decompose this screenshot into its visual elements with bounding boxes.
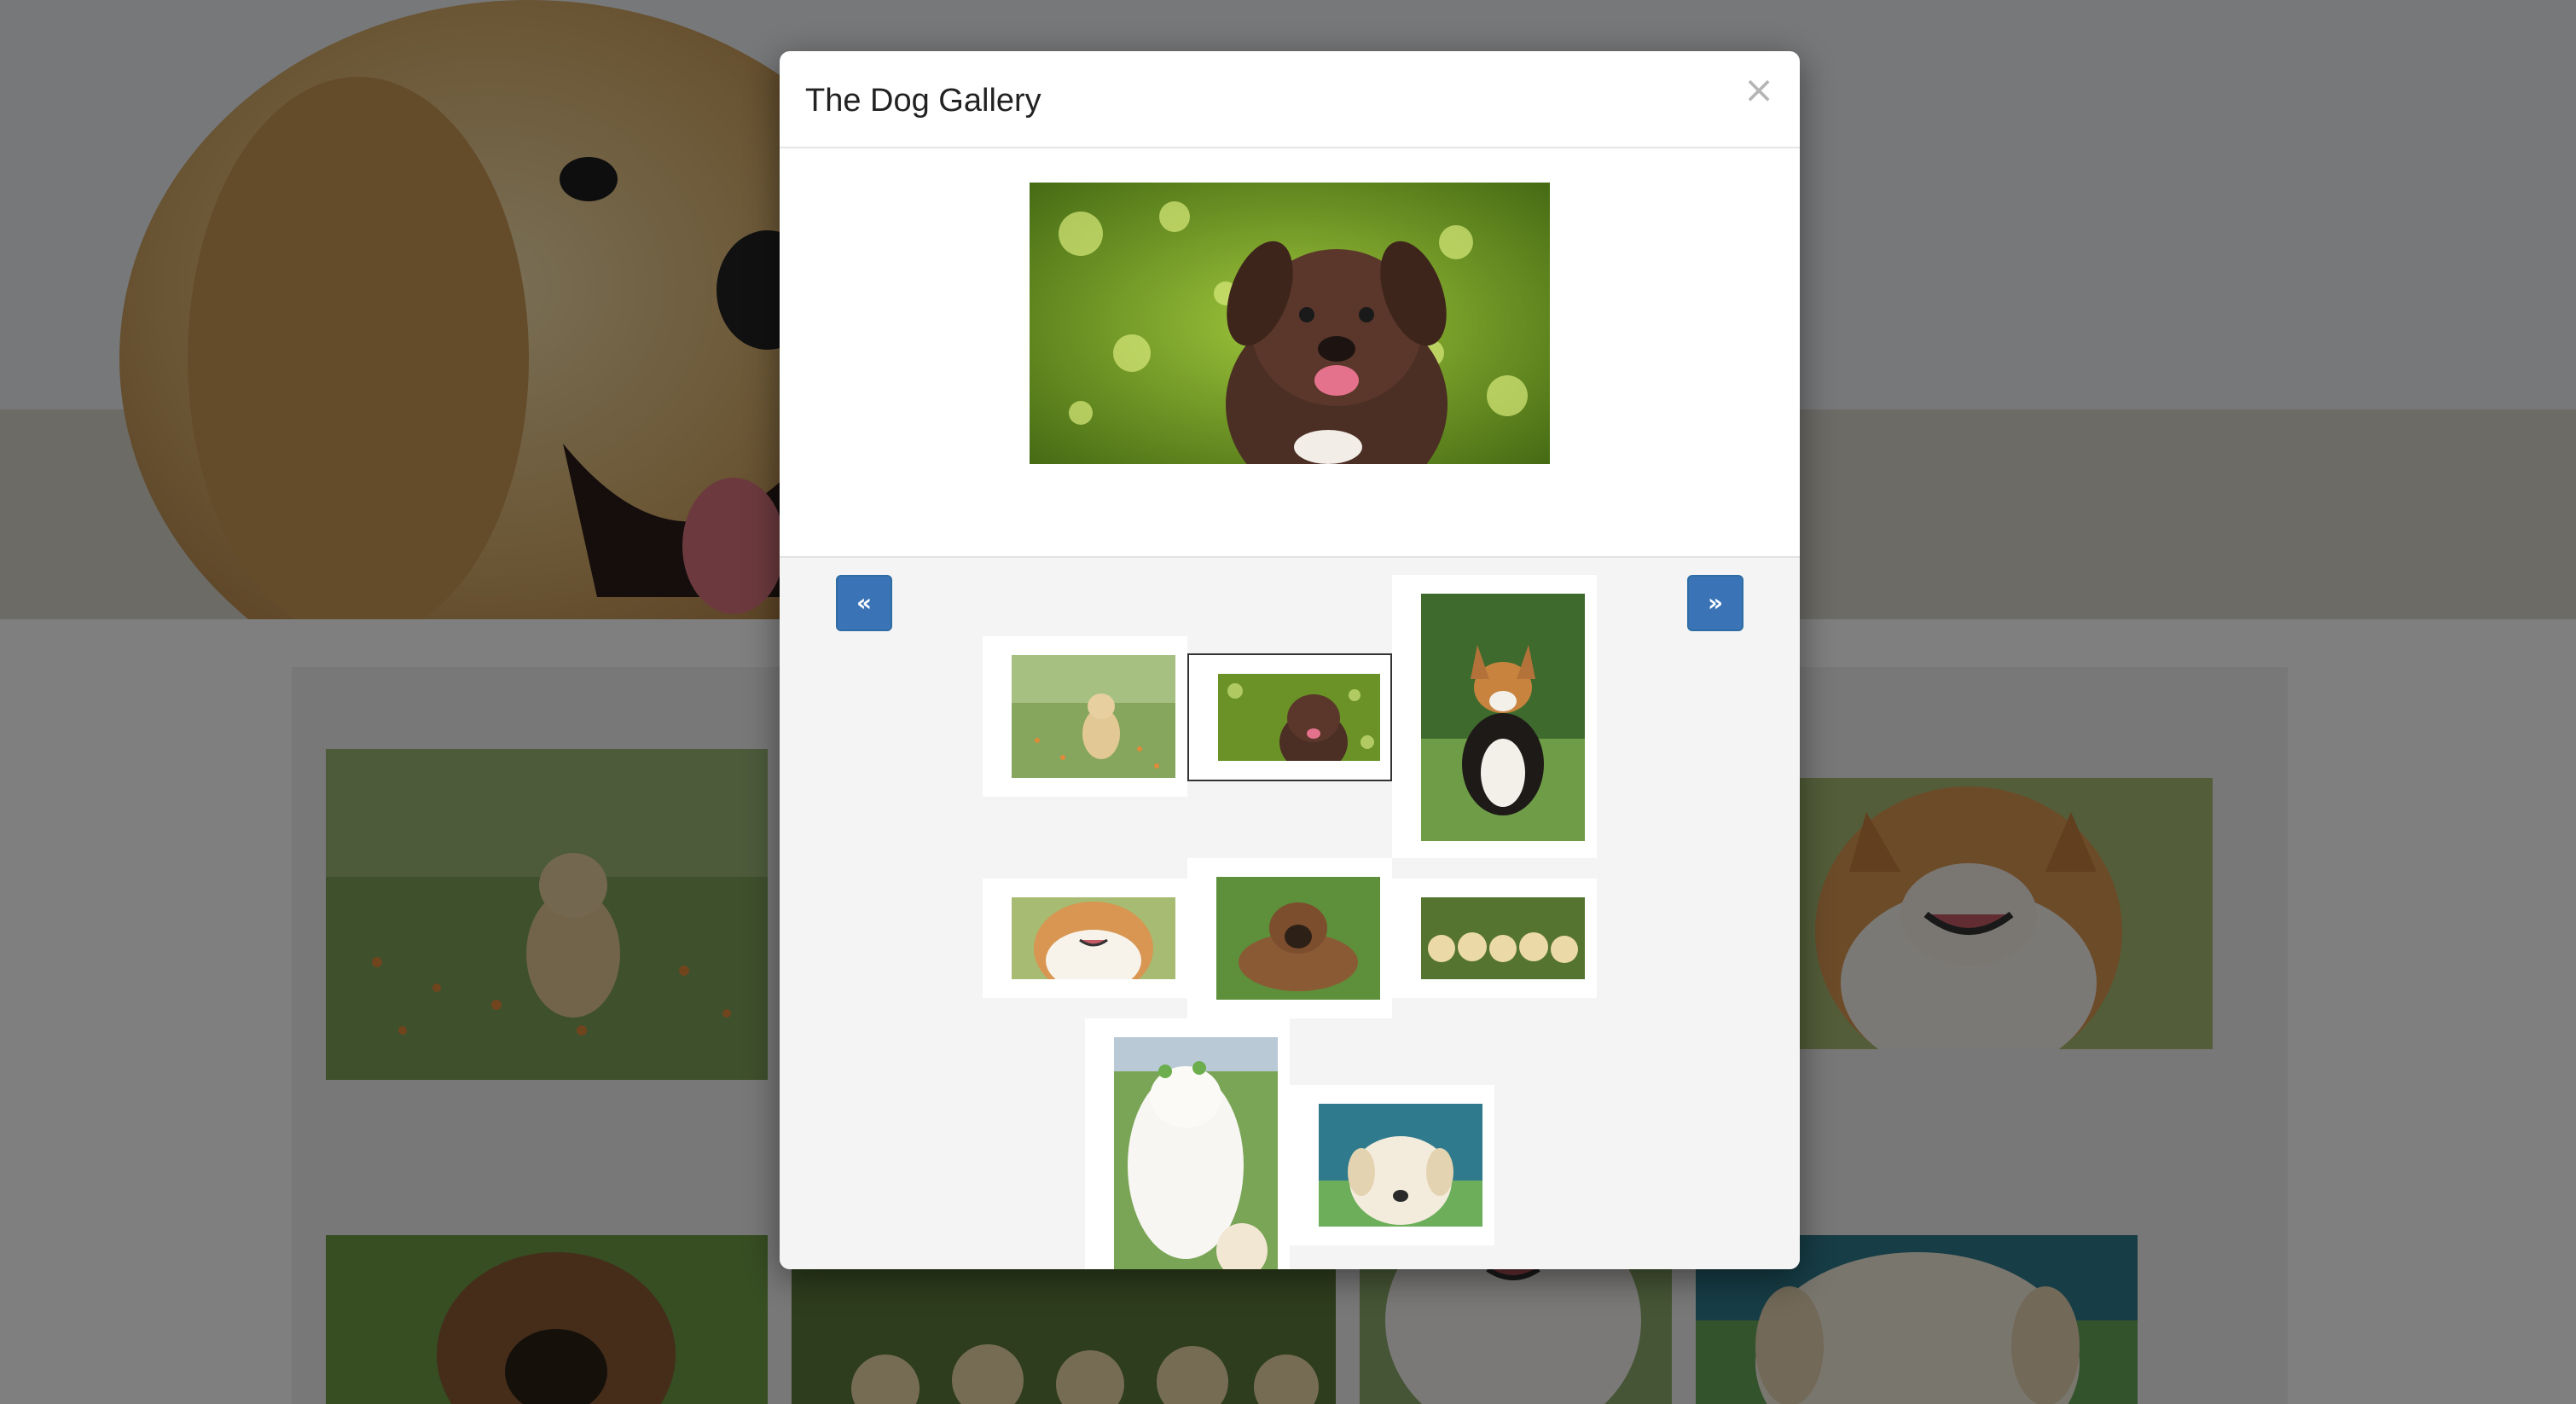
main-image-chocolate-puppy (1030, 183, 1550, 464)
modal-title: The Dog Gallery (805, 83, 1041, 119)
chocolate-puppy-image (1218, 674, 1380, 761)
thumbnail-corgi[interactable] (1392, 575, 1597, 858)
previous-button[interactable]: « (836, 575, 892, 631)
five-puppies-image (1421, 897, 1585, 979)
thumbnail-five-puppies[interactable] (1392, 879, 1597, 998)
thumbnail-smiling-corgi[interactable] (983, 879, 1187, 998)
corgi-image (1421, 594, 1585, 841)
gallery-modal: The Dog Gallery × « » (780, 51, 1800, 1269)
puppy-lying-image (1216, 877, 1380, 1000)
thumbnail-golden-puppy[interactable] (983, 636, 1187, 797)
thumbnail-chocolate-puppy[interactable] (1187, 653, 1392, 781)
close-button[interactable]: × (1740, 72, 1778, 109)
white-spitz-image (1114, 1037, 1278, 1269)
thumbnail-strip: « » (780, 556, 1800, 1269)
next-button[interactable]: » (1687, 575, 1743, 631)
smiling-corgi-image (1012, 897, 1175, 979)
thumbnail-puppy-lying[interactable] (1187, 858, 1392, 1018)
modal-body (780, 148, 1800, 556)
white-lab-puppy-image (1319, 1104, 1482, 1227)
thumbnail-white-spitz[interactable] (1085, 1018, 1290, 1269)
thumbnail-white-lab-puppy[interactable] (1290, 1085, 1494, 1245)
modal-header: The Dog Gallery × (780, 51, 1800, 148)
golden-puppy-image (1012, 655, 1175, 778)
